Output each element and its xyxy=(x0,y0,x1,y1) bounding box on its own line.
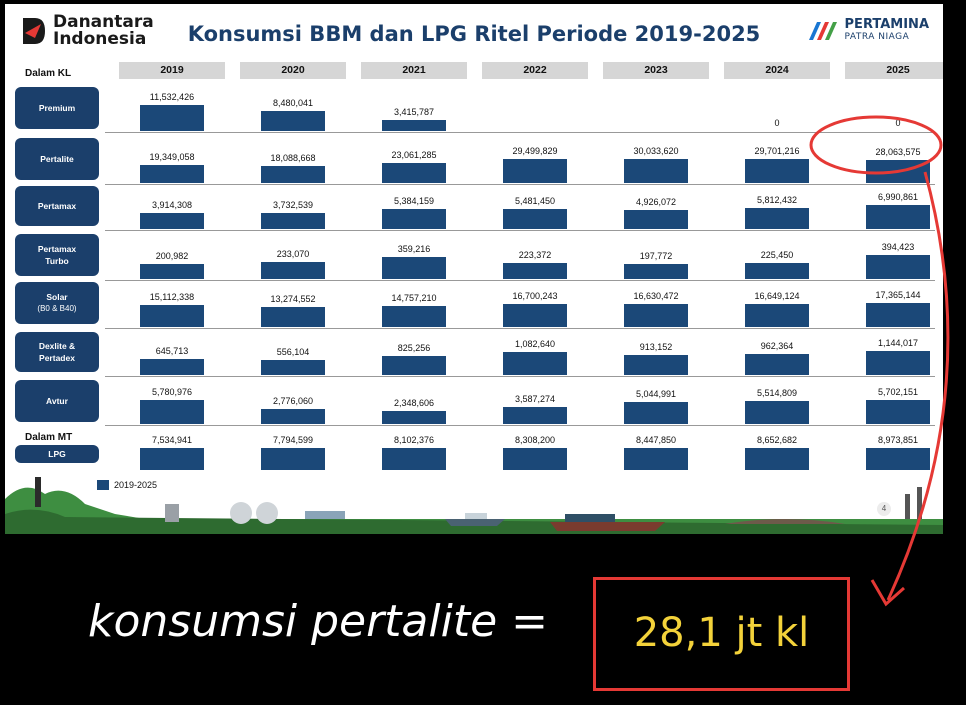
arrow-head-icon xyxy=(870,579,905,607)
annotation-text: konsumsi pertalite = xyxy=(88,596,549,647)
annotation-box: 28,1 jt kl xyxy=(593,577,850,691)
highlight-circle xyxy=(809,115,943,175)
annotation-arrow xyxy=(886,171,950,601)
annotation-value: 28,1 jt kl xyxy=(633,610,810,656)
